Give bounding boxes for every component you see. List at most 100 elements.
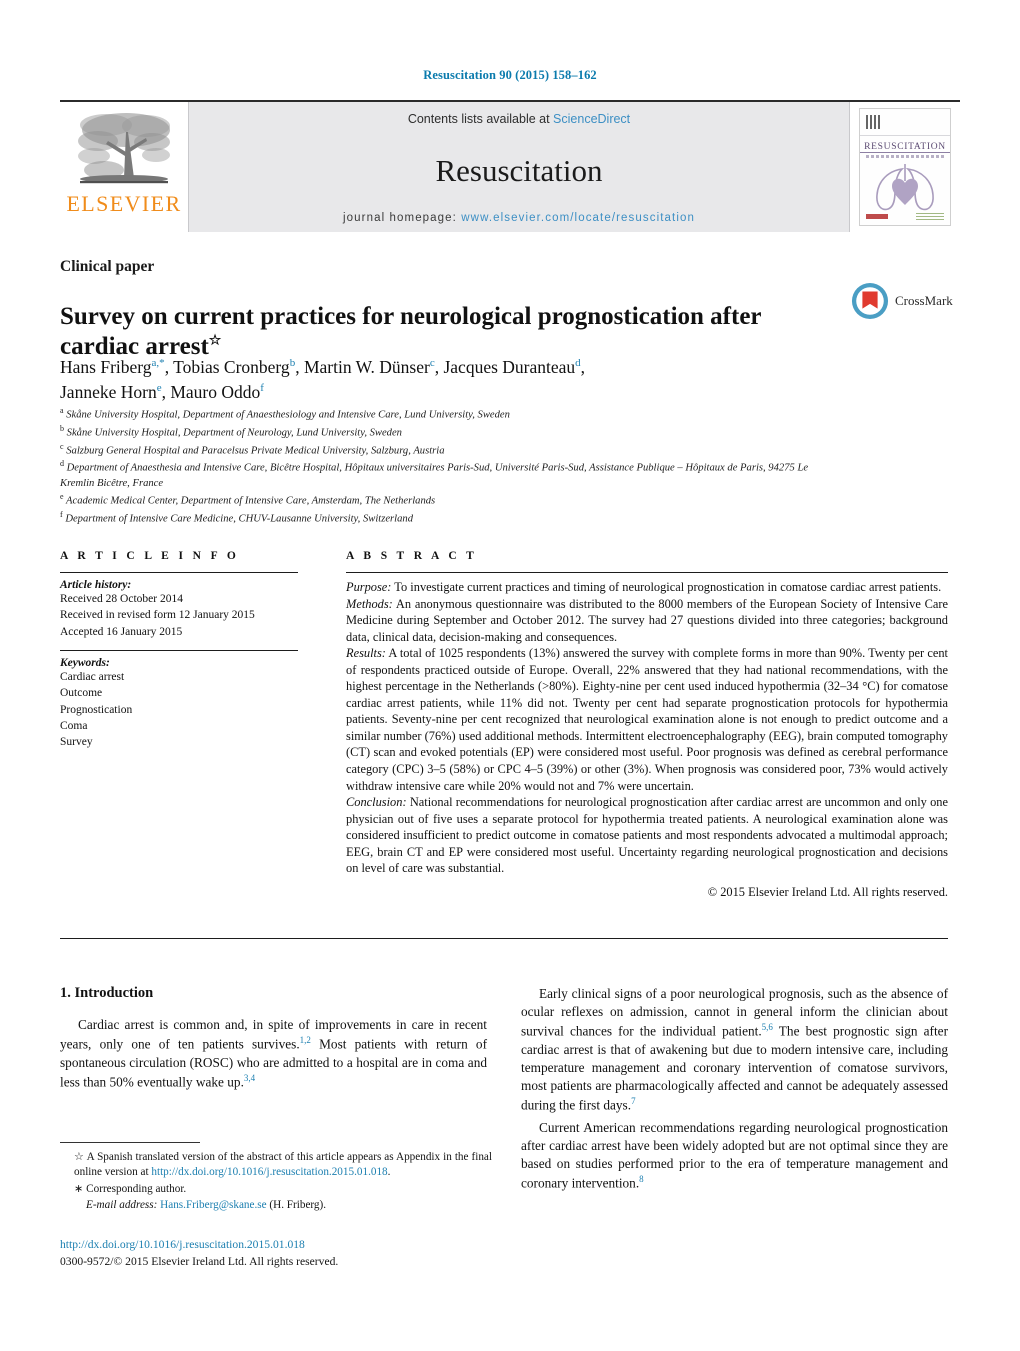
keyword-item: Prognostication (60, 703, 133, 716)
cover-divider (860, 135, 950, 136)
author-item: Hans Friberga,* (60, 357, 165, 377)
journal-homepage-line: journal homepage: www.elsevier.com/locat… (189, 212, 849, 224)
crossmark-icon (851, 282, 889, 320)
abstract-methods-label: Methods: (346, 596, 393, 611)
divider (60, 572, 298, 573)
affiliation-mark: d (60, 459, 64, 469)
title-footnote-mark[interactable]: ☆ (209, 334, 222, 349)
abstract-methods-text: An anonymous questionnaire was distribut… (346, 596, 948, 644)
qr-code-icon (866, 115, 880, 129)
citation-ref[interactable]: 1,2 (300, 1035, 311, 1045)
footer-doi-link[interactable]: http://dx.doi.org/10.1016/j.resuscitatio… (60, 1237, 520, 1254)
affiliation-mark: b (60, 423, 64, 433)
journal-article-page: Resuscitation 90 (2015) 158–162 ELSEVIER… (0, 0, 1020, 1351)
keyword-item: Coma (60, 719, 88, 732)
citation-ref[interactable]: 8 (639, 1174, 644, 1184)
cover-journal-title: RESUSCITATION (864, 142, 946, 152)
body-column-right: Early clinical signs of a poor neurologi… (521, 985, 948, 1197)
footnote-block: ☆ A Spanish translated version of the ab… (60, 1150, 492, 1215)
affiliation-text: Department of Anaesthesia and Intensive … (60, 462, 809, 490)
affiliation-item: b Skåne University Hospital, Department … (60, 423, 820, 441)
affiliation-text: Skåne University Hospital, Department of… (66, 427, 402, 439)
abstract-bottom-divider (60, 938, 948, 939)
abstract-purpose-label: Purpose: (346, 580, 392, 594)
paragraph-text: Current American recommendations regardi… (521, 1119, 948, 1191)
abstract-conclusion-label: Conclusion: (346, 795, 407, 810)
affiliation-item: a Skåne University Hospital, Department … (60, 405, 820, 423)
footnote-divider (60, 1142, 200, 1143)
author-item: Tobias Cronbergb (173, 357, 295, 377)
footnote-asterisk-mark: ∗ (74, 1182, 84, 1195)
author-item: Jacques Duranteaud (443, 357, 580, 377)
introduction-paragraph: Cardiac arrest is common and, in spite o… (60, 1016, 487, 1091)
abstract-purpose-text: To investigate current practices and tim… (391, 580, 942, 594)
footnote-text-end: . (387, 1166, 391, 1179)
introduction-paragraph: Early clinical signs of a poor neurologi… (521, 985, 948, 1115)
abstract-copyright: © 2015 Elsevier Ireland Ltd. All rights … (707, 884, 948, 899)
masthead-center: Contents lists available at ScienceDirec… (188, 102, 850, 232)
affiliation-text: Skåne University Hospital, Department of… (66, 409, 510, 421)
cover-subtitle-placeholder (866, 155, 944, 158)
abstract-purpose: Purpose: To investigate current practice… (346, 579, 948, 596)
affiliation-item: d Department of Anaesthesia and Intensiv… (60, 458, 820, 491)
contents-available-line: Contents lists available at ScienceDirec… (189, 112, 849, 126)
masthead-right: RESUSCITATION (850, 102, 960, 232)
crossmark-label: CrossMark (895, 293, 953, 308)
citation-ref[interactable]: 5,6 (762, 1022, 773, 1032)
journal-masthead: ELSEVIER Contents lists available at Sci… (60, 100, 960, 232)
running-head: Resuscitation 90 (2015) 158–162 (423, 68, 597, 82)
article-info-column: A R T I C L E I N F O Article history: R… (60, 550, 298, 900)
contents-prefix: Contents lists available at (407, 112, 554, 126)
introduction-paragraph: Current American recommendations regardi… (521, 1119, 948, 1193)
author-item: Janneke Horne (60, 382, 162, 402)
affiliation-item: c Salzburg General Hospital and Paracels… (60, 441, 820, 459)
author-marks[interactable]: a,* (152, 357, 165, 369)
homepage-prefix: journal homepage: (343, 212, 462, 224)
footnote-doi-link[interactable]: http://dx.doi.org/10.1016/j.resuscitatio… (151, 1166, 387, 1178)
page-title: Survey on current practices for neurolog… (60, 302, 765, 363)
author-item: Mauro Oddof (170, 382, 264, 402)
divider (60, 649, 298, 651)
abstract-results-text: A total of 1025 respondents (13%) answer… (346, 646, 948, 793)
author-marks[interactable]: d (575, 357, 581, 369)
footnote-star-mark: ☆ (74, 1151, 85, 1163)
author-item: Martin W. Dünserc (304, 357, 435, 377)
abstract-conclusion: Conclusion: National recommendations for… (346, 794, 948, 877)
keyword-item: Outcome (60, 687, 103, 700)
affiliation-list: a Skåne University Hospital, Department … (60, 405, 820, 527)
cover-footer-badge-left (866, 214, 888, 219)
journal-homepage-link[interactable]: www.elsevier.com/locate/resuscitation (461, 212, 695, 224)
cover-footer-badge-right (916, 212, 944, 220)
email-link[interactable]: Hans.Friberg@skane.se (160, 1199, 266, 1211)
lungs-heart-icon (876, 164, 934, 211)
sciencedirect-link[interactable]: ScienceDirect (553, 112, 630, 126)
author-name: Martin W. Dünser (303, 357, 430, 377)
affiliation-mark: c (60, 441, 64, 451)
crossmark-badge[interactable]: CrossMark (851, 282, 953, 320)
affiliation-mark: e (60, 492, 64, 502)
article-section-label: Clinical paper (60, 258, 155, 275)
affiliation-mark: f (60, 510, 63, 520)
abstract-results: Results: A total of 1025 respondents (13… (346, 645, 948, 794)
cover-rule (860, 152, 950, 153)
author-marks[interactable]: f (260, 382, 264, 394)
author-marks[interactable]: b (290, 357, 296, 369)
email-owner: (H. Friberg). (266, 1199, 327, 1212)
author-list: Hans Friberga,*, Tobias Cronbergb, Marti… (60, 357, 586, 402)
author-marks[interactable]: e (157, 382, 162, 394)
abstract-results-label: Results: (346, 646, 386, 661)
abstract-column: A B S T R A C T Purpose: To investigate … (346, 550, 948, 900)
affiliation-item: f Department of Intensive Care Medicine,… (60, 509, 820, 527)
footnote-email: E-mail address: Hans.Friberg@skane.se (H… (60, 1198, 492, 1213)
abstract-heading: A B S T R A C T (346, 550, 478, 562)
author-name: Jacques Duranteau (443, 357, 576, 377)
citation-ref[interactable]: 3,4 (244, 1073, 255, 1083)
title-text: Survey on current practices for neurolog… (60, 302, 762, 360)
journal-cover-thumbnail: RESUSCITATION (859, 108, 951, 226)
email-label: E-mail address: (86, 1199, 158, 1212)
keyword-item: Survey (60, 736, 93, 749)
author-marks[interactable]: c (430, 357, 435, 369)
citation-ref[interactable]: 7 (631, 1096, 636, 1106)
article-history-label: Article history: (60, 579, 132, 591)
affiliation-text: Department of Intensive Care Medicine, C… (65, 513, 414, 525)
